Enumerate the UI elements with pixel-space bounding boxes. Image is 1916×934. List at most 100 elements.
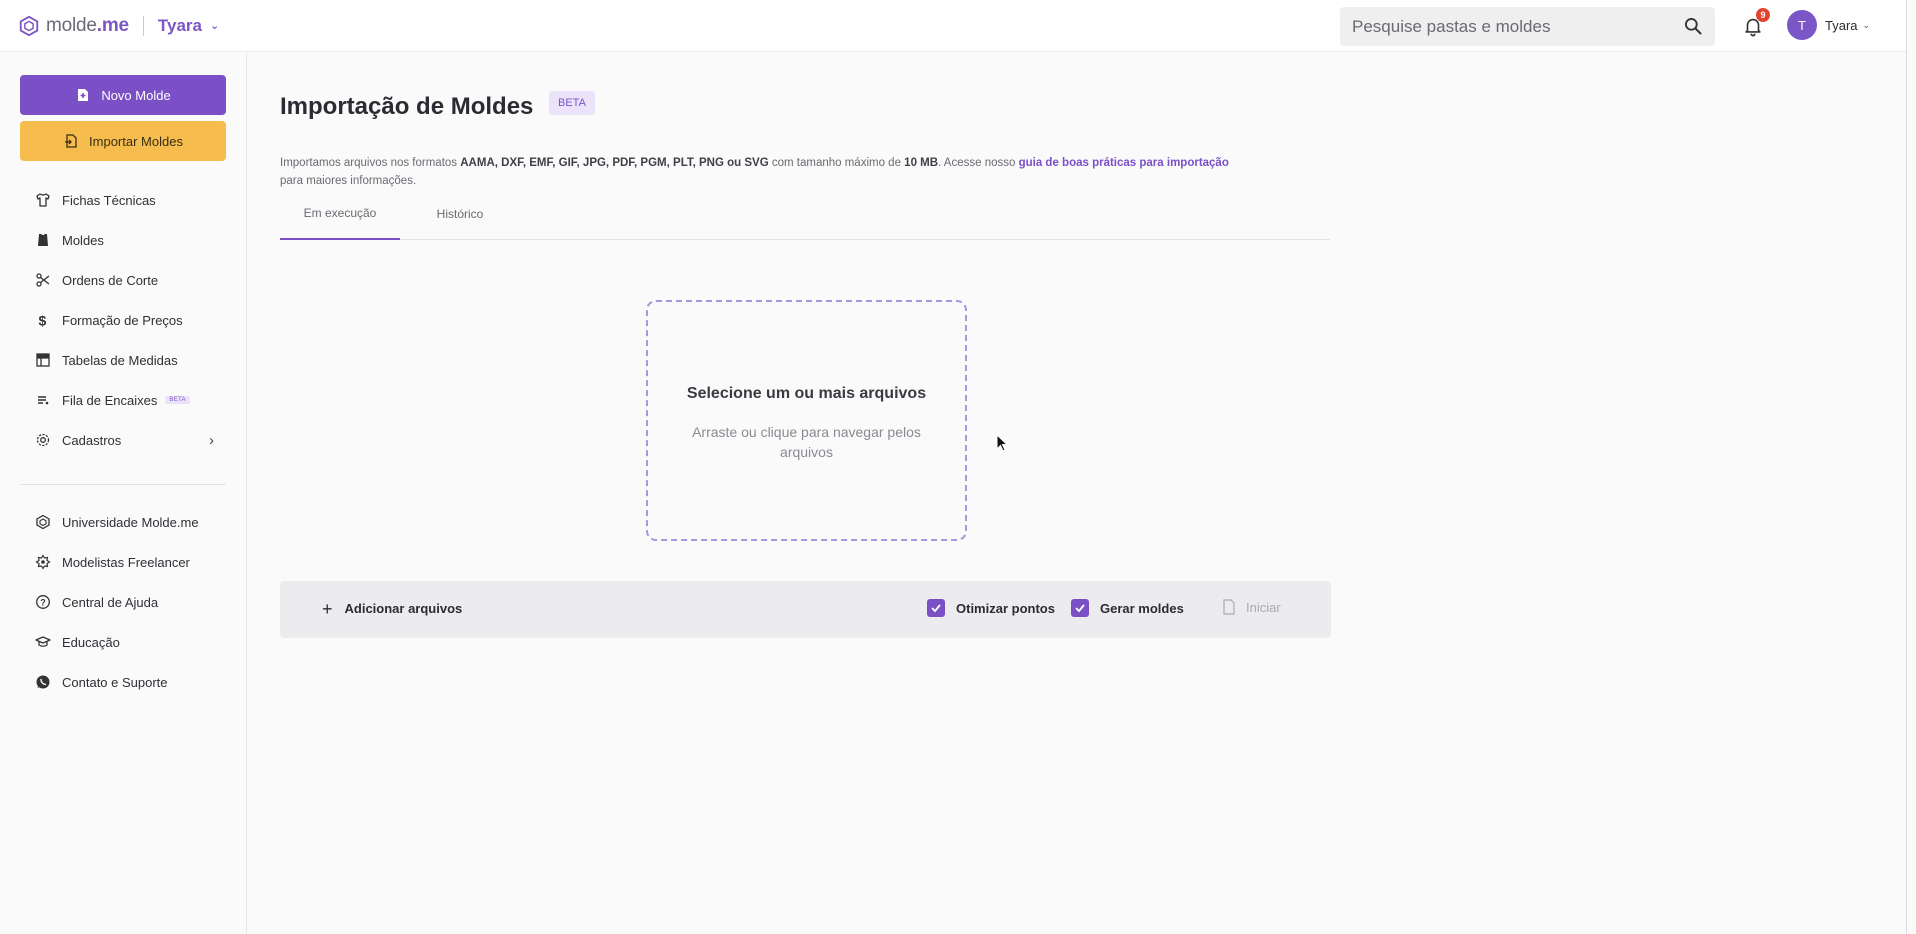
page-title: Importação de Moldes	[280, 93, 534, 120]
sidebar-divider	[20, 484, 226, 485]
sidebar-item-central-de-ajuda[interactable]: ? Central de Ajuda	[0, 582, 247, 622]
max-file-size: 10 MB	[904, 157, 939, 169]
svg-text:$: $	[39, 313, 47, 329]
mouse-cursor-icon	[996, 434, 1009, 452]
file-dropzone[interactable]: Selecione um ou mais arquivos Arraste ou…	[646, 300, 967, 541]
optimize-points-label: Otimizar pontos	[956, 600, 1055, 616]
generate-patterns-checkbox[interactable]	[1071, 599, 1089, 617]
add-files-button[interactable]: + Adicionar arquivos	[322, 598, 463, 619]
sidebar-item-tabelas-de-medidas[interactable]: Tabelas de Medidas	[0, 340, 247, 380]
search-icon[interactable]	[1683, 16, 1703, 36]
import-patterns-label: Importar Moldes	[89, 133, 183, 149]
tab-historico[interactable]: Histórico	[400, 187, 520, 240]
chevron-down-icon: ⌄	[1862, 19, 1871, 30]
freelancer-icon	[35, 554, 51, 570]
sidebar-item-cadastros[interactable]: Cadastros ›	[0, 420, 247, 460]
start-label: Iniciar	[1246, 599, 1281, 615]
sidebar-item-label: Universidade Molde.me	[62, 514, 199, 530]
svg-text:?: ?	[40, 598, 46, 608]
user-name: Tyara	[1825, 17, 1858, 33]
search-bar[interactable]	[1340, 7, 1715, 46]
secondary-nav: Universidade Molde.me Modelistas Freelan…	[0, 502, 247, 702]
sidebar-item-universidade[interactable]: Universidade Molde.me	[0, 502, 247, 542]
main-content: Importação de Moldes BETA Importamos arq…	[248, 53, 1906, 934]
import-action-bar: + Adicionar arquivos Otimizar pontos Ger…	[280, 581, 1331, 638]
brand-separator	[142, 15, 144, 36]
dropzone-title: Selecione um ou mais arquivos	[686, 385, 927, 402]
description-text: para maiores informações.	[280, 175, 417, 187]
sidebar-item-fila-de-encaixes[interactable]: Fila de Encaixes BETA	[0, 380, 247, 420]
import-guide-link[interactable]: guia de boas práticas para importação	[1019, 157, 1229, 169]
sidebar-item-label: Moldes	[62, 232, 104, 248]
description-text: com tamanho máximo de	[768, 157, 905, 169]
sidebar-item-label: Ordens de Corte	[62, 272, 159, 288]
brand[interactable]: molde.me	[18, 15, 129, 37]
sidebar-item-formacao-de-precos[interactable]: $ Formação de Preços	[0, 300, 247, 340]
gear-icon	[36, 433, 50, 447]
sidebar-item-label: Fila de Encaixes	[62, 392, 158, 408]
sidebar-item-label: Fichas Técnicas	[62, 192, 156, 208]
main-nav: Fichas Técnicas Moldes Ordens de Corte $…	[0, 180, 247, 460]
workspace-name: Tyara	[157, 15, 202, 35]
tab-em-execucao[interactable]: Em execução	[280, 187, 400, 240]
sidebar-item-modelistas-freelancer[interactable]: Modelistas Freelancer	[0, 542, 247, 582]
import-patterns-button[interactable]: Importar Moldes	[20, 121, 226, 161]
sidebar-item-educacao[interactable]: Educação	[0, 622, 247, 662]
file-icon	[1223, 599, 1235, 615]
beta-badge: BETA	[165, 396, 190, 404]
sidebar-item-label: Formação de Preços	[62, 312, 183, 328]
queue-icon	[38, 396, 49, 405]
sidebar: Novo Molde Importar Moldes Fichas Técnic…	[0, 53, 247, 934]
scissors-icon	[36, 273, 50, 287]
generate-patterns-label: Gerar moldes	[1100, 600, 1184, 616]
window-edge	[1906, 0, 1907, 934]
optimize-points-checkbox[interactable]	[927, 599, 945, 617]
notification-count-badge: 9	[1756, 8, 1770, 22]
dollar-icon: $	[39, 313, 47, 329]
description-text: . Acesse nosso	[938, 157, 1019, 169]
shirt-icon	[36, 193, 50, 207]
help-icon: ?	[36, 595, 50, 609]
add-files-label: Adicionar arquivos	[344, 601, 463, 616]
checkmark-icon	[1075, 604, 1085, 613]
brand-name: molde.me	[46, 14, 129, 36]
import-description: Importamos arquivos nos formatos AAMA, D…	[280, 154, 1320, 190]
sidebar-item-fichas-tecnicas[interactable]: Fichas Técnicas	[0, 180, 247, 220]
user-menu[interactable]: T Tyara ⌄	[1787, 10, 1870, 40]
import-file-icon	[65, 134, 77, 148]
education-icon	[35, 636, 51, 647]
new-pattern-label: Novo Molde	[101, 87, 171, 103]
sidebar-item-ordens-de-corte[interactable]: Ordens de Corte	[0, 260, 247, 300]
whatsapp-icon	[36, 675, 50, 689]
chevron-right-icon: ›	[209, 431, 214, 449]
pattern-icon	[38, 234, 48, 246]
chevron-down-icon: ⌄	[210, 20, 220, 32]
sidebar-item-label: Cadastros	[62, 432, 122, 448]
beta-badge: BETA	[549, 91, 595, 115]
generate-patterns-option[interactable]: Gerar moldes	[1071, 599, 1184, 617]
dropzone-subtitle: Arraste ou clique para navegar pelos arq…	[692, 424, 921, 460]
sidebar-item-contato-e-suporte[interactable]: Contato e Suporte	[0, 662, 247, 702]
sidebar-item-label: Tabelas de Medidas	[62, 352, 178, 368]
sidebar-item-label: Educação	[62, 634, 120, 650]
sidebar-item-moldes[interactable]: Moldes	[0, 220, 247, 260]
sidebar-item-label: Central de Ajuda	[62, 594, 159, 610]
workspace-selector[interactable]: Tyara ⌄	[158, 16, 219, 36]
start-button[interactable]: Iniciar	[1222, 599, 1281, 615]
new-pattern-button[interactable]: Novo Molde	[20, 75, 226, 115]
add-file-icon	[78, 89, 89, 101]
table-icon	[36, 353, 50, 367]
plus-icon: +	[322, 598, 333, 619]
sidebar-item-label: Modelistas Freelancer	[62, 554, 190, 570]
tabs: Em execução Histórico	[280, 187, 1330, 240]
optimize-points-option[interactable]: Otimizar pontos	[927, 599, 1055, 617]
top-bar: molde.me Tyara ⌄ 9 T Tyara ⌄	[0, 0, 1906, 52]
search-input[interactable]	[1340, 16, 1670, 37]
logo-icon	[36, 514, 50, 530]
checkmark-icon	[931, 604, 941, 613]
avatar: T	[1787, 10, 1817, 40]
supported-formats: AAMA, DXF, EMF, GIF, JPG, PDF, PGM, PLT,…	[460, 157, 769, 169]
molde-logo-icon	[19, 15, 39, 36]
description-text: Importamos arquivos nos formatos	[280, 157, 461, 169]
sidebar-item-label: Contato e Suporte	[62, 674, 168, 690]
